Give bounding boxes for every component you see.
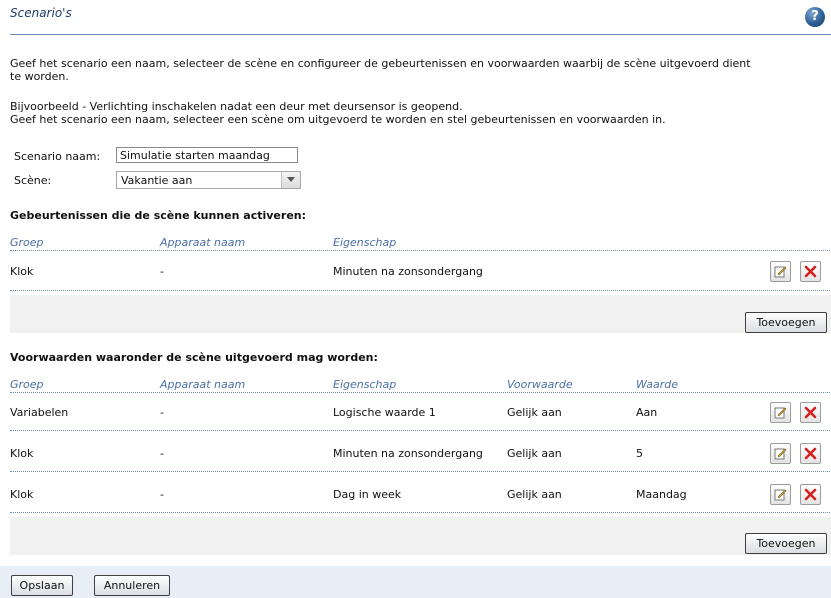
header-divider [10,34,831,35]
conditions-action-band [10,517,831,555]
conditions-row-value: Aan [636,406,658,419]
conditions-row-divider [10,512,830,513]
events-section-title: Gebeurtenissen die de scène kunnen activ… [10,209,307,222]
conditions-header-divider [10,392,830,393]
events-row-property: Minuten na zonsondergang [333,265,483,278]
scene-label: Scène: [14,174,52,187]
example-text-2: Geef het scenario een naam, selecteer ee… [10,113,666,126]
delete-icon[interactable] [800,402,821,423]
conditions-col-group: Groep [10,378,44,391]
events-col-property: Eigenschap [333,236,397,249]
page-title: Scenario's [10,6,72,20]
conditions-row-device: - [160,447,164,460]
conditions-row-property: Minuten na zonsondergang [333,447,483,460]
scenario-name-input[interactable] [116,147,298,163]
intro-text-1: Geef het scenario een naam, selecteer de… [10,57,751,70]
page-header: Scenario's ? [0,0,831,38]
conditions-row-group: Klok [10,447,34,460]
scenario-name-label: Scenario naam: [14,150,101,163]
edit-icon[interactable] [770,261,791,282]
conditions-col-value: Waarde [636,378,679,391]
events-row-divider [10,290,830,291]
conditions-section-title: Voorwaarden waaronder de scène uitgevoer… [10,351,378,364]
conditions-row-value: 5 [636,447,643,460]
conditions-row-condition: Gelijk aan [507,488,562,501]
conditions-add-button[interactable]: Toevoegen [745,533,827,554]
save-button[interactable]: Opslaan [11,575,73,596]
conditions-row-device: - [160,488,164,501]
events-col-group: Groep [10,236,44,249]
help-icon[interactable]: ? [805,7,825,27]
edit-icon[interactable] [770,484,791,505]
delete-icon[interactable] [800,443,821,464]
conditions-row-group: Klok [10,488,34,501]
conditions-row-group: Variabelen [10,406,69,419]
example-text-1: Bijvoorbeeld - Verlichting inschakelen n… [10,100,463,113]
conditions-row-device: - [160,406,164,419]
conditions-row-divider [10,430,830,431]
edit-icon[interactable] [770,402,791,423]
events-action-band [10,295,831,333]
events-add-button[interactable]: Toevoegen [745,312,827,333]
conditions-col-device: Apparaat naam [160,378,246,391]
delete-icon[interactable] [800,261,821,282]
scene-select[interactable]: Vakantie aan [116,171,301,189]
chevron-down-icon[interactable] [281,172,300,188]
intro-text-2: te worden. [10,70,69,83]
events-row-device: - [160,265,164,278]
conditions-row-condition: Gelijk aan [507,447,562,460]
events-col-device: Apparaat naam [160,236,246,249]
conditions-row-divider [10,471,830,472]
cancel-button[interactable]: Annuleren [94,575,170,596]
conditions-row-property: Dag in week [333,488,402,501]
conditions-col-property: Eigenschap [333,378,397,391]
delete-icon[interactable] [800,484,821,505]
scene-select-value: Vakantie aan [121,174,193,187]
events-header-divider [10,250,830,251]
conditions-row-value: Maandag [636,488,687,501]
events-row-group: Klok [10,265,34,278]
conditions-row-property: Logische waarde 1 [333,406,436,419]
conditions-row-condition: Gelijk aan [507,406,562,419]
conditions-col-condition: Voorwaarde [507,378,573,391]
edit-icon[interactable] [770,443,791,464]
